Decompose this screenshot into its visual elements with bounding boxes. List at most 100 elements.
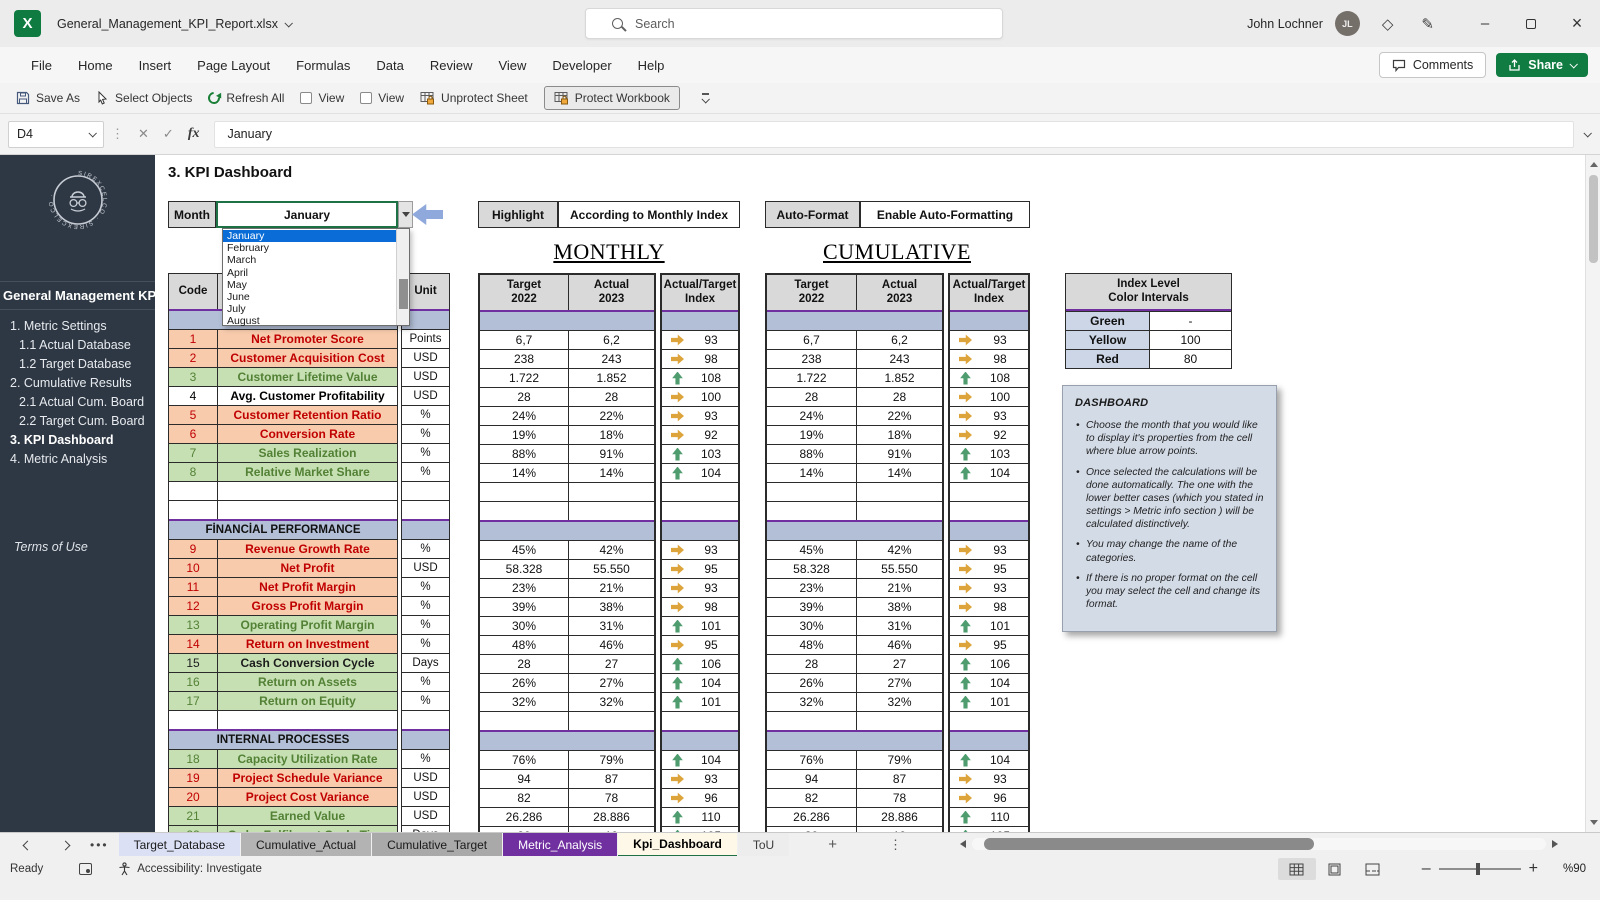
cell-cumulative-index[interactable]: 110 bbox=[950, 808, 1028, 826]
diamond-icon[interactable]: ◇ bbox=[1382, 15, 1394, 33]
cell-cumulative-actual[interactable]: 14% bbox=[856, 464, 942, 482]
empty-cell[interactable] bbox=[950, 502, 1028, 520]
level-value-cell[interactable]: - bbox=[1149, 312, 1231, 330]
cell-code[interactable]: 12 bbox=[169, 597, 217, 615]
cell-monthly-actual[interactable]: 14% bbox=[568, 464, 654, 482]
cell-monthly-index[interactable]: 104 bbox=[662, 751, 738, 769]
cell-monthly-target[interactable]: 6,7 bbox=[480, 331, 568, 349]
cell-unit[interactable]: USD bbox=[402, 387, 449, 405]
cell-monthly-actual[interactable]: 18% bbox=[568, 426, 654, 444]
cell-monthly-actual[interactable]: 1.852 bbox=[568, 369, 654, 387]
cell-monthly-actual[interactable]: 27 bbox=[568, 655, 654, 673]
scroll-left-icon[interactable] bbox=[960, 840, 966, 848]
cell-monthly-actual[interactable]: 6,2 bbox=[568, 331, 654, 349]
empty-cell[interactable] bbox=[767, 502, 856, 520]
cell-metric-name[interactable]: Relative Market Share bbox=[217, 463, 397, 481]
empty-cell[interactable] bbox=[568, 502, 654, 520]
cell-code[interactable]: 21 bbox=[169, 807, 217, 825]
ribbon-tab-developer[interactable]: Developer bbox=[539, 50, 624, 81]
cell-metric-name[interactable]: Return on Investment bbox=[217, 635, 397, 653]
cell-cumulative-index[interactable]: 93 bbox=[950, 579, 1028, 597]
sidebar-item[interactable]: 1. Metric Settings bbox=[0, 317, 155, 336]
cell-monthly-index[interactable]: 110 bbox=[662, 808, 738, 826]
zoom-percentage[interactable]: %90 bbox=[1552, 863, 1586, 875]
cell-unit[interactable]: USD bbox=[402, 349, 449, 367]
cell-monthly-target[interactable]: 24% bbox=[480, 407, 568, 425]
cell-monthly-index[interactable]: 98 bbox=[662, 598, 738, 616]
cell-metric-name[interactable]: Earned Value bbox=[217, 807, 397, 825]
month-option[interactable]: January bbox=[223, 230, 396, 242]
cell-monthly-target[interactable]: 28 bbox=[480, 655, 568, 673]
cell-cumulative-target[interactable]: 39% bbox=[767, 598, 856, 616]
cell-monthly-target[interactable]: 88% bbox=[480, 445, 568, 463]
empty-cell[interactable] bbox=[662, 483, 738, 501]
cell-code[interactable]: 1 bbox=[169, 330, 217, 348]
cell-code[interactable]: 6 bbox=[169, 425, 217, 443]
expand-formula-bar-icon[interactable] bbox=[1583, 129, 1591, 137]
horizontal-scroll-thumb[interactable] bbox=[984, 838, 1314, 850]
cell-unit[interactable]: % bbox=[402, 578, 449, 596]
cell-cumulative-actual[interactable]: 31% bbox=[856, 617, 942, 635]
empty-cell[interactable] bbox=[480, 502, 568, 520]
cell-cumulative-target[interactable]: 76% bbox=[767, 751, 856, 769]
cell-unit[interactable]: % bbox=[402, 750, 449, 768]
cell-unit[interactable]: % bbox=[402, 444, 449, 462]
dropdown-scrollbar[interactable] bbox=[396, 229, 409, 325]
vertical-scroll-thumb[interactable] bbox=[1589, 175, 1598, 263]
cell-unit[interactable]: % bbox=[402, 673, 449, 691]
cell-cumulative-target[interactable]: 48% bbox=[767, 636, 856, 654]
cell-metric-name[interactable]: Customer Retention Ratio bbox=[217, 406, 397, 424]
protect-workbook-button[interactable]: Protect Workbook bbox=[544, 86, 680, 110]
cell-cumulative-actual[interactable]: 6,2 bbox=[856, 331, 942, 349]
cell-cumulative-target[interactable]: 14% bbox=[767, 464, 856, 482]
cell-monthly-index[interactable]: 93 bbox=[662, 407, 738, 425]
sidebar-item[interactable]: 3. KPI Dashboard bbox=[0, 431, 155, 450]
save-as-button[interactable]: Save As bbox=[16, 91, 80, 105]
tab-overflow-icon[interactable]: ⋮ bbox=[889, 837, 902, 853]
cell-monthly-target[interactable]: 26% bbox=[480, 674, 568, 692]
cell-cumulative-index[interactable]: 98 bbox=[950, 598, 1028, 616]
cell-cumulative-index[interactable]: 101 bbox=[950, 693, 1028, 711]
cell-monthly-actual[interactable]: 78 bbox=[568, 789, 654, 807]
cell-monthly-actual[interactable]: 28 bbox=[568, 388, 654, 406]
cell-monthly-actual[interactable]: 31% bbox=[568, 617, 654, 635]
month-option[interactable]: July bbox=[223, 303, 396, 315]
cell-cumulative-index[interactable]: 104 bbox=[950, 751, 1028, 769]
unprotect-sheet-button[interactable]: Unprotect Sheet bbox=[420, 91, 528, 105]
empty-cell[interactable] bbox=[950, 712, 1028, 730]
ribbon-tab-formulas[interactable]: Formulas bbox=[283, 50, 363, 81]
view-checkbox-2[interactable]: View bbox=[360, 91, 404, 105]
normal-view-button[interactable] bbox=[1278, 858, 1316, 880]
cell-monthly-actual[interactable]: 27% bbox=[568, 674, 654, 692]
cell-cumulative-target[interactable]: 19% bbox=[767, 426, 856, 444]
cell-monthly-target[interactable]: 94 bbox=[480, 770, 568, 788]
cell-cumulative-actual[interactable]: 78 bbox=[856, 789, 942, 807]
highlight-value-cell[interactable]: According to Monthly Index bbox=[558, 201, 740, 228]
empty-cell[interactable] bbox=[217, 501, 397, 519]
cell-cumulative-target[interactable]: 82 bbox=[767, 789, 856, 807]
cell-metric-name[interactable]: Net Profit Margin bbox=[217, 578, 397, 596]
formula-input[interactable]: January bbox=[214, 121, 1574, 148]
empty-cell[interactable] bbox=[856, 712, 942, 730]
cell-metric-name[interactable]: Revenue Growth Rate bbox=[217, 540, 397, 558]
cell-monthly-index[interactable]: 104 bbox=[662, 464, 738, 482]
cell-cumulative-index[interactable]: 100 bbox=[950, 388, 1028, 406]
cell-code[interactable]: 18 bbox=[169, 750, 217, 768]
cell-monthly-target[interactable]: 45% bbox=[480, 541, 568, 559]
cell-unit[interactable]: % bbox=[402, 692, 449, 710]
cell-monthly-index[interactable]: 101 bbox=[662, 693, 738, 711]
zoom-slider-thumb[interactable] bbox=[1476, 863, 1480, 875]
level-value-cell[interactable]: 80 bbox=[1149, 350, 1231, 368]
toolbar-overflow-button[interactable] bbox=[702, 93, 709, 103]
cell-monthly-index[interactable]: 93 bbox=[662, 770, 738, 788]
select-objects-button[interactable]: Select Objects bbox=[96, 91, 192, 105]
cell-metric-name[interactable]: Return on Equity bbox=[217, 692, 397, 710]
cell-metric-name[interactable]: Return on Assets bbox=[217, 673, 397, 691]
cell-monthly-actual[interactable]: 32% bbox=[568, 693, 654, 711]
sheet-nav-left-icon[interactable] bbox=[16, 836, 38, 854]
insert-function-icon[interactable]: fx bbox=[188, 126, 200, 142]
cell-cumulative-index[interactable]: 93 bbox=[950, 331, 1028, 349]
cell-monthly-actual[interactable]: 46% bbox=[568, 636, 654, 654]
cell-cumulative-index[interactable]: 98 bbox=[950, 350, 1028, 368]
cell-monthly-index[interactable]: 106 bbox=[662, 655, 738, 673]
